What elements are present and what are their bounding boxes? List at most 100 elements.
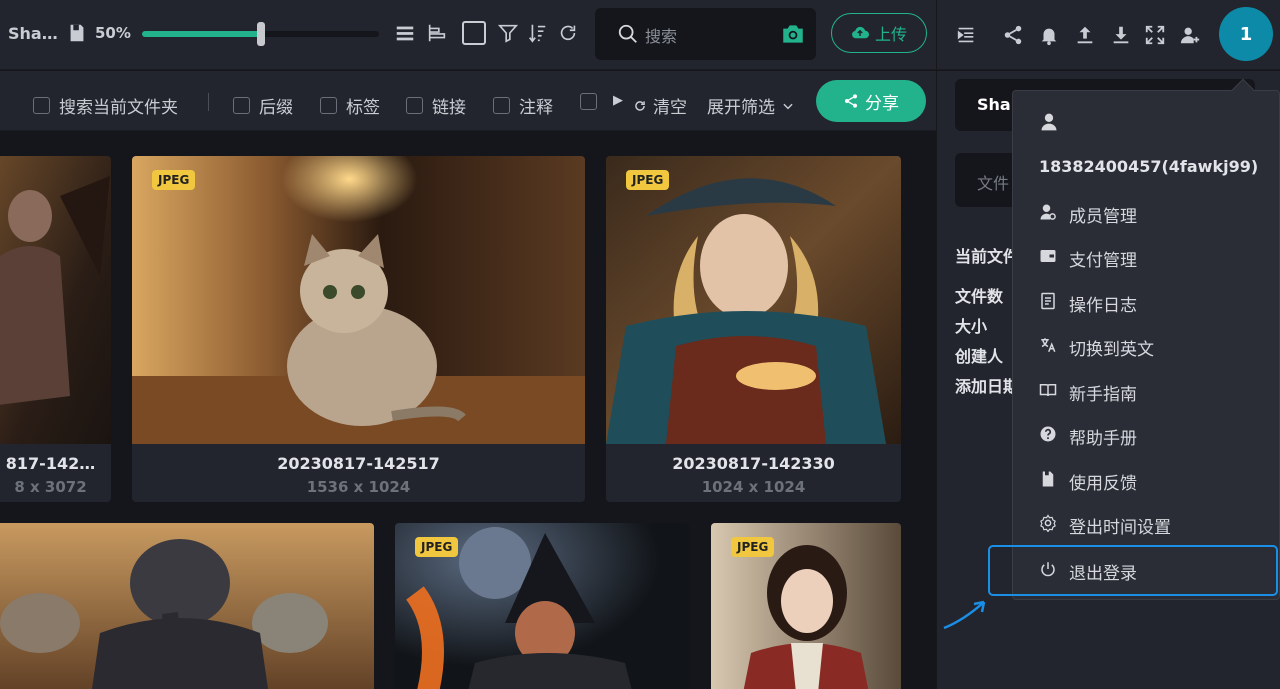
filter-label: 后缀 [259, 98, 293, 118]
format-badge: JPEG [626, 170, 670, 190]
image-dimensions: 8 x 3072 [14, 478, 87, 496]
translate-icon [1041, 338, 1056, 353]
zoom-slider[interactable] [142, 22, 379, 46]
search-icon [618, 24, 637, 43]
upload-button[interactable]: 上传 [831, 13, 927, 53]
filter-suffix[interactable]: 后缀 [233, 93, 293, 118]
menu-item-member-management[interactable]: 成员管理 [1013, 192, 1279, 232]
menu-item-label: 使用反馈 [1069, 474, 1137, 494]
checkbox[interactable] [33, 97, 50, 114]
image-card[interactable]: JPEG [711, 523, 901, 689]
zoom-slider-fill [142, 31, 261, 37]
image-card[interactable]: JPEG [395, 523, 690, 689]
thumbnail-elephant-warrior [0, 523, 374, 689]
search-box[interactable]: 搜索 [595, 8, 816, 60]
settings-icon [1040, 514, 1056, 532]
collapse-panel-icon[interactable] [955, 24, 977, 46]
checkbox[interactable] [320, 97, 337, 114]
camera-icon[interactable] [780, 21, 806, 47]
scroll-right-icon[interactable]: ▶ [613, 93, 623, 108]
image-card[interactable]: JPEG 20230817-142330 1024 x 1024 [606, 156, 901, 502]
menu-item-switch-language[interactable]: 切换到英文 [1013, 325, 1279, 365]
filter-search-current-folder[interactable]: 搜索当前文件夹 [33, 93, 178, 118]
zoom-percent: 50% [95, 24, 131, 42]
image-card[interactable]: 817-142… 8 x 3072 [0, 156, 111, 502]
refresh-icon [635, 100, 645, 111]
image-grid: 817-142… 8 x 3072 JPEG 20230817-142517 1… [0, 132, 936, 689]
select-all-checkbox-icon[interactable] [461, 20, 487, 46]
menu-item-label: 切换到英文 [1069, 340, 1154, 360]
log-icon [1041, 292, 1055, 310]
zoom-slider-handle[interactable] [256, 22, 265, 46]
checkbox[interactable] [406, 97, 423, 114]
checkbox[interactable] [493, 97, 510, 114]
filter-more[interactable] [580, 93, 597, 110]
filter-tag[interactable]: 标签 [320, 93, 380, 118]
logout-highlight-box [988, 545, 1278, 596]
feedback-icon [1042, 471, 1054, 487]
chevron-down-icon [783, 103, 793, 109]
menu-item-operation-log[interactable]: 操作日志 [1013, 281, 1279, 321]
divider [208, 93, 209, 111]
menu-item-label: 操作日志 [1069, 296, 1137, 316]
help-icon [1040, 426, 1056, 442]
refresh-icon[interactable] [557, 22, 579, 44]
panel-section-title: 当前文件 [955, 247, 1020, 266]
image-name: 20230817-142330 [672, 454, 835, 473]
expand-label: 展开筛选 [707, 98, 775, 118]
filter-label: 标签 [346, 98, 380, 118]
search-input[interactable]: 搜索 [645, 23, 677, 47]
image-name: 20230817-142517 [277, 454, 440, 473]
menu-item-help-manual[interactable]: 帮助手册 [1013, 414, 1279, 454]
user-menu: 18382400457(4fawkj99) 成员管理 支付管理 操作日志 切换到… [1012, 78, 1280, 600]
menu-item-logout-time-settings[interactable]: 登出时间设置 [1013, 503, 1279, 543]
user-icon [1041, 113, 1057, 131]
checkbox[interactable] [580, 93, 597, 110]
add-user-icon[interactable] [1179, 24, 1201, 46]
pointer-arrow-icon [943, 600, 986, 630]
share-button[interactable]: 分享 [816, 80, 926, 122]
menu-item-payment-management[interactable]: 支付管理 [1013, 236, 1279, 276]
menu-item-label: 成员管理 [1069, 207, 1137, 227]
info-row-label: 创建人 [955, 347, 1004, 366]
filter-label: 搜索当前文件夹 [59, 98, 178, 118]
image-dimensions: 1024 x 1024 [701, 478, 806, 496]
thumbnail-witch [606, 156, 901, 444]
upload-icon[interactable] [1074, 24, 1096, 46]
cloud-upload-icon [852, 26, 869, 39]
info-row-label: 大小 [955, 317, 988, 336]
thumbnail-demon [0, 156, 111, 444]
menu-item-beginner-guide[interactable]: 新手指南 [1013, 370, 1279, 410]
expand-filters-button[interactable]: 展开筛选 [707, 93, 795, 118]
share-icon[interactable] [1002, 24, 1024, 46]
menu-item-label: 支付管理 [1069, 251, 1137, 271]
filter-note[interactable]: 注释 [493, 93, 553, 118]
document-icon[interactable] [66, 22, 88, 44]
image-name: 817-142… [5, 454, 96, 473]
image-card[interactable]: JPEG 20230817-142517 1536 x 1024 [132, 156, 585, 502]
clear-filters-button[interactable]: 清空 [633, 93, 687, 118]
share-label: 分享 [865, 93, 899, 114]
sort-icon[interactable] [526, 22, 548, 44]
format-badge: JPEG [152, 170, 196, 190]
checkbox[interactable] [233, 97, 250, 114]
filter-link[interactable]: 链接 [406, 93, 466, 118]
image-dimensions: 1536 x 1024 [306, 478, 411, 496]
menu-item-label: 新手指南 [1069, 385, 1137, 405]
share-icon [845, 94, 857, 108]
user-avatar[interactable]: 1 [1219, 7, 1273, 61]
filter-icon[interactable] [497, 22, 519, 44]
user-account-name: 18382400457(4fawkj99) [1039, 157, 1259, 176]
menu-item-label: 帮助手册 [1069, 429, 1137, 449]
menu-item-label: 登出时间设置 [1069, 518, 1171, 538]
bell-icon[interactable] [1038, 24, 1060, 46]
image-card[interactable] [0, 523, 374, 689]
align-icon[interactable] [426, 22, 448, 44]
download-icon[interactable] [1110, 24, 1132, 46]
panel-field-placeholder: 文件 [977, 174, 1010, 193]
fullscreen-icon[interactable] [1144, 24, 1166, 46]
list-view-icon[interactable] [394, 22, 416, 44]
menu-item-feedback[interactable]: 使用反馈 [1013, 459, 1279, 499]
format-badge: JPEG [731, 537, 775, 557]
top-toolbar: Sha… 50% 搜索 上传 [0, 0, 936, 70]
